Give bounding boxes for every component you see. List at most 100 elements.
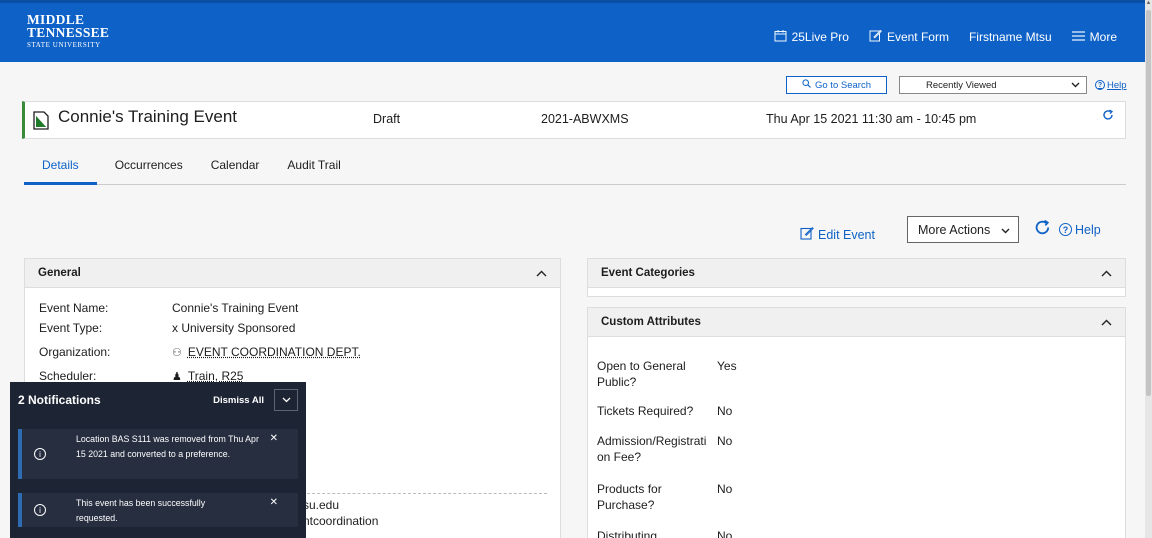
field-value: x University Sponsored xyxy=(172,321,295,335)
attribute-label: Admission/Registration Fee? xyxy=(597,434,709,465)
organization-link[interactable]: ⚇ EVENT COORDINATION DEPT. xyxy=(172,345,361,359)
nav-user-label: Firstname Mtsu xyxy=(969,30,1052,44)
menu-icon xyxy=(1072,30,1085,44)
refresh-icon[interactable] xyxy=(1102,109,1114,124)
help-link-small[interactable]: ? Help xyxy=(1095,80,1127,91)
chevron-down-icon xyxy=(1071,80,1080,91)
edit-event-label: Edit Event xyxy=(818,228,875,242)
help-icon: ? xyxy=(1059,223,1072,236)
search-row: Go to Search Recently Viewed ? Help xyxy=(786,76,1127,94)
attribute-label: Distributing xyxy=(597,529,709,538)
organization-value: EVENT COORDINATION DEPT. xyxy=(188,345,361,359)
attribute-value: No xyxy=(717,529,732,538)
nav-more-label: More xyxy=(1090,30,1117,44)
chevron-up-icon[interactable] xyxy=(1101,315,1112,329)
scroll-up-icon[interactable]: ▲ xyxy=(1145,0,1152,8)
chevron-up-icon[interactable] xyxy=(1101,266,1112,280)
logo-line-2: TENNESSEE xyxy=(27,26,109,40)
attribute-label: Open to General Public? xyxy=(597,359,709,390)
attribute-label: Tickets Required? xyxy=(597,404,709,420)
detail-tabs: Details Occurrences Calendar Audit Trail xyxy=(24,150,1126,185)
info-icon: i xyxy=(34,448,46,460)
chevron-down-icon xyxy=(1001,223,1010,237)
page-scrollbar[interactable]: ▲ xyxy=(1145,0,1152,538)
chevron-up-icon[interactable] xyxy=(536,266,547,280)
close-icon[interactable]: ✕ xyxy=(270,497,278,508)
notification-item: i Location BAS S111 was removed from Thu… xyxy=(18,429,298,479)
attribute-value: No xyxy=(717,482,732,498)
notifications-toggle[interactable] xyxy=(274,389,298,411)
search-icon xyxy=(802,79,811,91)
nav-event-form[interactable]: Event Form xyxy=(869,29,949,45)
top-nav: 25Live Pro Event Form Firstname Mtsu Mor… xyxy=(774,29,1117,45)
field-label: Event Type: xyxy=(39,321,159,335)
document-icon xyxy=(33,111,49,130)
info-icon: i xyxy=(34,504,46,516)
edit-icon xyxy=(869,29,882,45)
attribute-label: Products for Purchase? xyxy=(597,482,687,513)
attribute-value: No xyxy=(717,434,732,450)
dismiss-all-button[interactable]: Dismiss All xyxy=(213,395,264,406)
general-panel-title: General xyxy=(38,267,81,279)
edit-event-button[interactable]: Edit Event xyxy=(800,226,875,243)
notification-message: This event has been successfully request… xyxy=(76,496,236,526)
tab-occurrences[interactable]: Occurrences xyxy=(115,150,183,185)
help-label: Help xyxy=(1075,223,1101,237)
close-icon[interactable]: ✕ xyxy=(270,433,278,444)
scheduler-value: Train, R25 xyxy=(188,369,244,383)
event-state: Draft xyxy=(373,112,400,126)
help-icon: ? xyxy=(1095,80,1105,90)
scheduler-link[interactable]: ♟ Train, R25 xyxy=(172,369,243,383)
chevron-down-icon xyxy=(282,397,291,403)
go-to-search-button[interactable]: Go to Search xyxy=(786,76,887,94)
custom-attributes-panel: Custom Attributes Open to General Public… xyxy=(587,307,1126,538)
general-panel-header[interactable]: General xyxy=(25,259,560,288)
tab-details[interactable]: Details xyxy=(24,150,97,185)
logo-line-3: STATE UNIVERSITY xyxy=(27,42,109,49)
event-categories-panel: Event Categories xyxy=(587,258,1126,297)
attribute-value: Yes xyxy=(717,359,737,375)
event-title: Connie's Training Event xyxy=(58,107,237,127)
tab-calendar[interactable]: Calendar xyxy=(211,150,260,185)
go-to-search-label: Go to Search xyxy=(815,80,871,91)
address-fragment: ntcoordination xyxy=(303,513,378,529)
more-actions-label: More Actions xyxy=(918,223,990,237)
event-categories-title: Event Categories xyxy=(601,267,695,279)
notification-message: Location BAS S111 was removed from Thu A… xyxy=(76,432,261,462)
nav-user-name[interactable]: Firstname Mtsu xyxy=(969,30,1052,44)
event-categories-header[interactable]: Event Categories xyxy=(588,259,1125,288)
nav-more[interactable]: More xyxy=(1072,30,1117,44)
edit-icon xyxy=(800,226,814,243)
email-fragment: su.edu xyxy=(303,497,378,513)
nav-event-form-label: Event Form xyxy=(887,30,949,44)
section-divider xyxy=(297,493,547,494)
help-link[interactable]: ? Help xyxy=(1059,223,1101,237)
custom-attributes-title: Custom Attributes xyxy=(601,316,701,328)
recently-viewed-label: Recently Viewed xyxy=(926,80,997,91)
notification-item: i This event has been successfully reque… xyxy=(18,493,298,527)
field-label: Scheduler: xyxy=(39,369,159,383)
custom-attributes-header[interactable]: Custom Attributes xyxy=(588,308,1125,337)
tab-audit-trail[interactable]: Audit Trail xyxy=(287,150,340,185)
field-label: Event Name: xyxy=(39,301,159,315)
organization-icon: ⚇ xyxy=(172,346,182,359)
contact-fragment: su.edu ntcoordination xyxy=(303,497,378,529)
attribute-value: No xyxy=(717,404,732,420)
nav-25live-pro-label: 25Live Pro xyxy=(792,30,849,44)
more-actions-select[interactable]: More Actions xyxy=(907,216,1019,243)
nav-25live-pro[interactable]: 25Live Pro xyxy=(774,29,849,45)
help-small-label: Help xyxy=(1107,80,1127,91)
notifications-panel: 2 Notifications Dismiss All i Location B… xyxy=(10,382,306,538)
notifications-header: 2 Notifications Dismiss All xyxy=(10,382,306,418)
event-actions: Edit Event More Actions ? Help xyxy=(800,216,1101,243)
event-header-card: Connie's Training Event Draft 2021-ABWXM… xyxy=(22,101,1126,139)
event-datetime: Thu Apr 15 2021 11:30 am - 10:45 pm xyxy=(766,112,976,126)
university-logo[interactable]: MIDDLE TENNESSEE STATE UNIVERSITY xyxy=(27,13,109,49)
scrollbar-thumb[interactable] xyxy=(1146,10,1151,396)
recently-viewed-select[interactable]: Recently Viewed xyxy=(899,76,1087,94)
calendar-icon xyxy=(774,29,787,45)
notifications-count: 2 Notifications xyxy=(18,393,101,407)
top-header: MIDDLE TENNESSEE STATE UNIVERSITY 25Live… xyxy=(0,0,1145,62)
refresh-icon[interactable] xyxy=(1034,219,1051,241)
field-value: Connie's Training Event xyxy=(172,301,298,315)
